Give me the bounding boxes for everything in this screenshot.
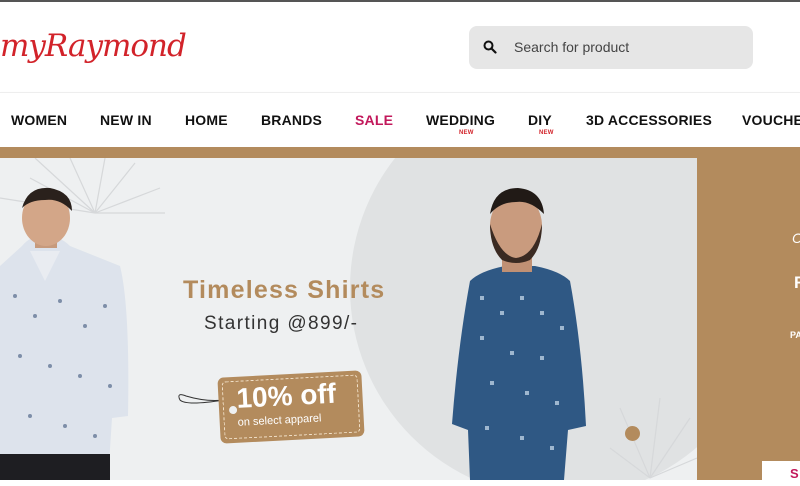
side-banner[interactable]: C R PA: [697, 158, 800, 480]
nav-item-wedding[interactable]: WEDDING: [426, 112, 495, 128]
hero-banner[interactable]: Timeless Shirts Starting @899/- 10% off …: [0, 158, 697, 480]
model-left-icon: [0, 187, 129, 480]
carousel-dot[interactable]: [625, 426, 640, 441]
side-banner-button[interactable]: S: [762, 461, 800, 486]
discount-tag[interactable]: 10% off on select apparel: [217, 370, 365, 444]
model-right-icon: [452, 188, 586, 480]
main-nav: WOMEN NEW IN HOME BRANDS SALE WEDDING NE…: [0, 92, 800, 147]
banner-headline: Timeless Shirts: [183, 276, 386, 304]
search-input[interactable]: Search for product: [514, 39, 629, 55]
nav-item-women[interactable]: WOMEN: [11, 112, 67, 128]
banner-top-band: [0, 147, 800, 158]
nav-item-sale[interactable]: SALE: [355, 112, 393, 128]
site-logo[interactable]: myRaymond: [0, 28, 187, 64]
nav-item-vouchers[interactable]: VOUCHE: [742, 112, 800, 128]
new-badge-wedding: NEW: [459, 130, 474, 136]
side-banner-button-label: S: [790, 466, 799, 481]
side-text-2: R: [794, 273, 800, 293]
discount-value: 10% off: [235, 377, 337, 414]
new-badge-diy: NEW: [539, 130, 554, 136]
search-bar[interactable]: Search for product: [469, 26, 753, 69]
nav-item-brands[interactable]: BRANDS: [261, 112, 322, 128]
banner-subheadline: Starting @899/-: [204, 313, 359, 334]
side-text-1: C: [792, 230, 800, 246]
nav-item-home[interactable]: HOME: [185, 112, 228, 128]
side-text-3: PA: [790, 330, 800, 340]
site-header: myRaymond Search for product: [0, 2, 800, 92]
search-icon: [483, 40, 497, 54]
nav-item-3d-accessories[interactable]: 3D ACCESSORIES: [586, 112, 712, 128]
nav-item-diy[interactable]: DIY: [528, 112, 552, 128]
nav-item-new-in[interactable]: NEW IN: [100, 112, 152, 128]
